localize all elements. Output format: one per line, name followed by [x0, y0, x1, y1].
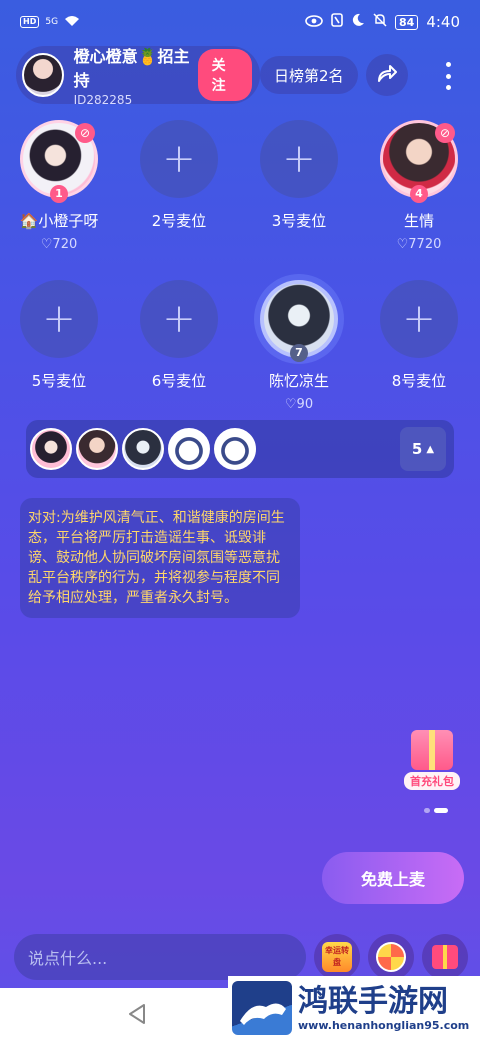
mic-muted-icon: ⊘ [435, 123, 455, 143]
seat-number-badge: 7 [290, 344, 308, 362]
watermark: 鸿联手游网 www.henanhonglian95.com [228, 976, 480, 1040]
more-menu-button[interactable] [436, 58, 460, 94]
spin-game-button[interactable] [368, 934, 414, 980]
banner-pager [424, 808, 448, 813]
seat-name: 3号麦位 [271, 212, 327, 230]
plus-icon: + [162, 296, 196, 342]
empty-seat-button[interactable]: + [380, 280, 458, 358]
pager-dot [424, 808, 430, 813]
mute-bell-icon [373, 13, 387, 31]
signal-indicator: 5G [45, 16, 59, 27]
daily-rank-badge[interactable]: 日榜第2名 [260, 56, 358, 94]
mic-seat-4[interactable]: ⊘ 4 生情 ♡7720 [364, 120, 474, 252]
more-dot-icon [445, 62, 451, 67]
moon-icon [351, 13, 365, 31]
watermark-text: 鸿联手游网 www.henanhonglian95.com [298, 983, 470, 1032]
mic-seat-6[interactable]: + 6号麦位 [124, 280, 234, 391]
seat-number-badge: 4 [410, 185, 428, 203]
chat-input[interactable]: 说点什么... [14, 934, 306, 980]
battery-indicator: 84 [395, 14, 419, 30]
seat-name: 陈忆凉生 [268, 372, 329, 390]
host-info: 橙心橙意🍍招主持 ID282285 [74, 43, 198, 107]
empty-seat-button[interactable]: + [260, 120, 338, 198]
host-avatar[interactable] [22, 53, 64, 97]
bull-logo-icon [232, 981, 292, 1035]
empty-seat-button[interactable]: + [20, 280, 98, 358]
audience-avatar[interactable] [30, 428, 72, 470]
seat-likes: ♡7720 [396, 237, 442, 252]
host-name: 橙心橙意🍍招主持 [73, 47, 190, 90]
mic-seat-2[interactable]: + 2号麦位 [124, 120, 234, 231]
gift-icon [432, 945, 458, 969]
mic-seat-3[interactable]: + 3号麦位 [244, 120, 354, 231]
seat-avatar[interactable]: ⊘ 4 [380, 120, 458, 203]
seat-name: 6号麦位 [151, 372, 207, 390]
nfc-icon [331, 13, 343, 31]
plus-icon: + [42, 296, 76, 342]
hd-indicator: HD [20, 16, 40, 28]
share-button[interactable] [366, 54, 408, 96]
free-mic-button[interactable]: 免费上麦 [322, 852, 464, 904]
watermark-url: www.henanhonglian95.com [298, 1018, 470, 1032]
eye-icon [305, 13, 323, 31]
mic-seat-8[interactable]: + 8号麦位 [364, 280, 474, 391]
seat-name: 2号麦位 [151, 212, 207, 230]
plus-icon: + [162, 136, 196, 182]
lucky-wheel-button[interactable]: 幸运转盘 [314, 934, 360, 980]
watermark-title: 鸿联手游网 [298, 983, 448, 1019]
audience-avatar[interactable] [168, 428, 210, 470]
seat-name: 5号麦位 [31, 372, 87, 390]
audience-avatar[interactable] [214, 428, 256, 470]
more-dot-icon [445, 85, 451, 90]
wifi-icon [64, 13, 80, 31]
lucky-wheel-icon: 幸运转盘 [322, 942, 352, 972]
mic-seat-7[interactable]: 7 陈忆凉生 ♡90 [244, 280, 354, 412]
status-bar: HD 5G 84 4:40 [0, 0, 480, 44]
gift-pack-label: 首充礼包 [404, 772, 460, 790]
plus-icon: + [282, 136, 316, 182]
seat-name: 🏠小橙子呀 [19, 212, 99, 230]
seat-name: 生情 [403, 212, 434, 230]
audience-count: 5 [411, 440, 423, 458]
empty-seat-button[interactable]: + [140, 120, 218, 198]
host-card[interactable]: 橙心橙意🍍招主持 ID282285 关注 [16, 43, 260, 107]
mic-seat-1[interactable]: ⊘ 1 🏠小橙子呀 ♡720 [4, 120, 114, 252]
seat-likes: ♡90 [284, 397, 314, 412]
empty-seat-button[interactable]: + [140, 280, 218, 358]
room-notice: 对对:为维护风清气正、和谐健康的房间生态，平台将严厉打击造谣生事、诋毁诽谤、鼓动… [20, 498, 300, 618]
pager-dot-active [434, 808, 448, 813]
seat-likes: ♡720 [40, 237, 78, 252]
gift-button[interactable] [422, 934, 468, 980]
seat-avatar[interactable]: ⊘ 1 [20, 120, 98, 203]
audience-bar: 5 ▲ [26, 420, 454, 478]
mic-seat-5[interactable]: + 5号麦位 [4, 280, 114, 391]
clock: 4:40 [426, 13, 460, 31]
seat-number-badge: 1 [50, 185, 68, 203]
pinwheel-icon [376, 942, 406, 972]
plus-icon: + [402, 296, 436, 342]
follow-button[interactable]: 关注 [197, 49, 252, 101]
triangle-up-icon: ▲ [426, 443, 435, 455]
status-right: 84 4:40 [305, 13, 460, 31]
audience-count-button[interactable]: 5 ▲ [400, 427, 446, 471]
audience-avatar[interactable] [122, 428, 164, 470]
seat-name: 8号麦位 [391, 372, 447, 390]
seat-avatar[interactable]: 7 [260, 280, 338, 362]
share-arrow-icon [376, 63, 398, 87]
first-recharge-gift-pack[interactable]: 首充礼包 [404, 730, 460, 796]
more-dot-icon [445, 73, 451, 79]
gift-box-icon [411, 730, 453, 770]
back-triangle-icon[interactable] [126, 1002, 148, 1026]
host-id: ID282285 [73, 93, 133, 107]
status-left: HD 5G [20, 13, 80, 31]
mic-muted-icon: ⊘ [75, 123, 95, 143]
audience-avatar[interactable] [76, 428, 118, 470]
